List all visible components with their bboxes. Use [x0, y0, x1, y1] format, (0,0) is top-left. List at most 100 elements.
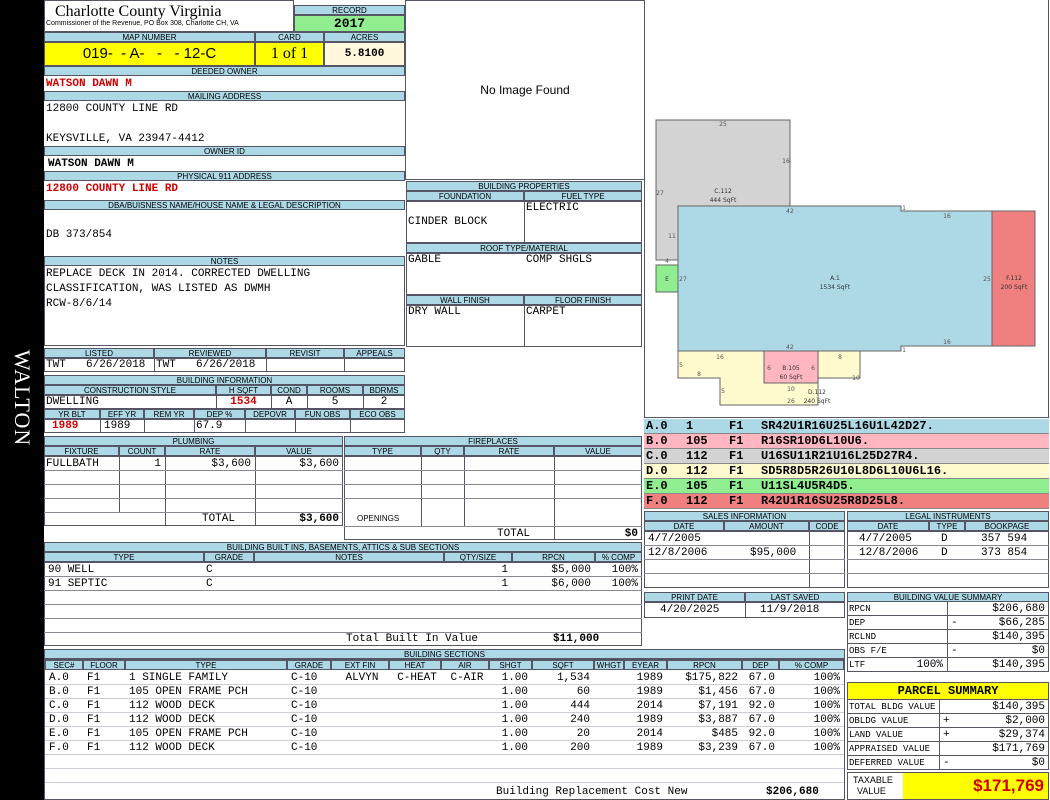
section-cell: 444 [570, 700, 590, 712]
legal-type: D [941, 547, 948, 559]
construction-style: DWELLING [46, 396, 99, 408]
divider [44, 590, 642, 591]
section-cell: C-10 [291, 686, 318, 698]
rooms-label: ROOMS [307, 385, 363, 395]
built-in-header: QTY/SIZE [444, 552, 512, 562]
section-cell: C-HEAT [397, 672, 437, 684]
parcel-summary-value: $171,769 [992, 743, 1045, 755]
eff-yr: 1989 [104, 420, 131, 432]
divider [947, 658, 948, 672]
divider [307, 395, 308, 409]
section-cell: C.0 [49, 700, 69, 712]
segment-floor: F1 [729, 420, 744, 433]
sales-header-date: DATE [644, 521, 724, 531]
legal-date: 4/7/2005 [859, 533, 912, 545]
legal-header-type: TYPE [929, 521, 965, 531]
divider [44, 576, 642, 577]
segment-floor: F1 [729, 480, 744, 493]
foundation-label: FOUNDATION [406, 191, 524, 201]
segment-path: R42U1R16SU25R8D25L8. [761, 495, 906, 508]
divider [745, 602, 746, 618]
sketch-dim: 16 [782, 158, 790, 165]
section-cell: 2014 [636, 700, 663, 712]
built-in-qty: 1 [501, 578, 508, 590]
segment-sec: C.0 [646, 450, 668, 463]
segment-floor: F1 [729, 435, 744, 448]
section-header: SHGT [489, 660, 532, 670]
legal-header-bookpage: BOOKPAGE [965, 521, 1049, 531]
replacement-cost-label: Building Replacement Cost New [496, 786, 688, 798]
section-cell: C-10 [291, 728, 318, 740]
section-cell: C-10 [291, 672, 318, 684]
rooms: 5 [331, 396, 339, 408]
segment-row: D.0 112 F1 SD5R8D5R26U10L8D6L10U6L16. [644, 464, 1049, 479]
section-cell: 1 SINGLE FAMILY [129, 672, 229, 684]
taxable-label: VALUE [857, 786, 886, 796]
segment-row: F.0 112 F1 R42U1R16SU25R8D25L8. [644, 494, 1049, 509]
section-cell: 200 [570, 742, 590, 754]
mailing-address-line1: 12800 COUNTY LINE RD [46, 103, 179, 115]
construction-style-label: CONSTRUCTION STYLE [44, 385, 216, 395]
sketch-label: E [665, 276, 669, 283]
section-cell: 67.0 [748, 686, 775, 698]
sketch-label: A.1 [830, 275, 840, 282]
divider [939, 700, 940, 714]
wall-finish-label: WALL FINISH [406, 295, 524, 305]
floor-finish-label: FLOOR FINISH [524, 295, 642, 305]
print-date-label: PRINT DATE [644, 592, 745, 602]
section-cell: 1.00 [501, 714, 528, 726]
sketch-label: 240 SqFt [804, 398, 831, 405]
county-header: Charlotte County Virginia Commissioner o… [44, 0, 294, 32]
reviewed-date: 6/26/2018 [196, 359, 256, 371]
parcel-summary-label: OBLDG VALUE [849, 716, 909, 726]
record-year: 2017 [294, 15, 405, 32]
section-header: HEAT [389, 660, 441, 670]
section-cell: 100% [813, 728, 840, 740]
bdrms: 2 [380, 396, 388, 408]
section-cell: 105 OPEN FRAME PCH [129, 728, 248, 740]
photo-frame: No Image Found [405, 0, 645, 180]
section-cell: 112 WOOD DECK [129, 714, 215, 726]
section-cell: 20 [576, 728, 590, 740]
parcel-summary-value: $29,374 [998, 729, 1045, 741]
built-in-comp: 100% [611, 578, 638, 590]
value-summary-label: BUILDING VALUE SUMMARY [847, 592, 1049, 602]
yr-blt: 1989 [52, 420, 79, 432]
sketch-label: 60 SqFt [780, 374, 804, 381]
built-in-grade: C [206, 578, 213, 590]
segment-path: SR42U1R16U25L16U1L42D27. [761, 420, 934, 433]
section-cell: 1.00 [501, 672, 528, 684]
built-ins-label: BUILDING BUILT INS, BASEMENTS, ATTICS & … [44, 542, 642, 552]
bdrms-label: BDRMS [363, 385, 405, 395]
section-cell: $1,456 [698, 686, 738, 698]
section-header: % COMP [779, 660, 844, 670]
divider [421, 456, 422, 526]
segment-floor: F1 [729, 450, 744, 463]
listed-label: LISTED [44, 348, 154, 358]
segment-floor: F1 [729, 465, 744, 478]
district-sidebar: WALTON [0, 0, 44, 800]
legal-type: D [941, 533, 948, 545]
segment-row: B.0 105 F1 R16SR10D6L10U6. [644, 434, 1049, 449]
divider [154, 358, 155, 372]
sketch-dim: 8 [838, 354, 842, 361]
section-cell: F.0 [49, 742, 69, 754]
section-cell: F1 [87, 686, 101, 698]
built-in-header: GRADE [204, 552, 254, 562]
section-cell: 1989 [636, 672, 663, 684]
divider [524, 305, 525, 347]
section-cell: 112 WOOD DECK [129, 700, 215, 712]
acres-value: 5.8100 [324, 42, 405, 66]
fuel-type: ELECTRIC [526, 202, 579, 214]
sketch-dim: 42 [786, 344, 794, 351]
sketch-label: 200 SqFt [1001, 284, 1028, 291]
segment-row: A.0 1 F1 SR42U1R16U25L16U1L42D27. [644, 419, 1049, 434]
divider [939, 714, 940, 728]
sketch-label: C.112 [714, 188, 732, 195]
segment-floor: F1 [729, 495, 744, 508]
segment-row: C.0 112 F1 U16SU11R21U16L25D27R4. [644, 449, 1049, 464]
section-cell: 100% [813, 714, 840, 726]
hsqft-label: H SQFT [216, 385, 271, 395]
section-cell: C-10 [291, 742, 318, 754]
notes-label: NOTES [44, 256, 405, 266]
